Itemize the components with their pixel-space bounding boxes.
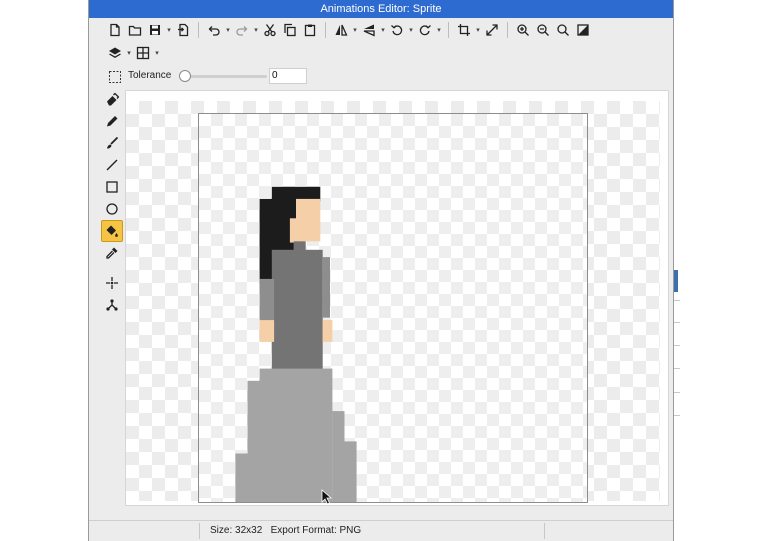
paste-icon[interactable] bbox=[300, 20, 320, 40]
ellipse-tool-icon[interactable] bbox=[101, 198, 123, 220]
tolerance-slider[interactable] bbox=[179, 70, 267, 82]
origin-point-icon[interactable] bbox=[101, 272, 123, 294]
tool-group-gap bbox=[101, 264, 123, 272]
crop-icon[interactable] bbox=[454, 20, 474, 40]
animations-editor-window: Animations Editor: Sprite ▾ ▾ ▾ ▾ ▾ ▾ ▾ ▾ ▾ ▾ To… bbox=[88, 0, 674, 541]
sprite-pixel-dress-light[interactable] bbox=[344, 441, 357, 502]
toolbar-separator bbox=[198, 22, 199, 38]
toolbar-separator bbox=[448, 22, 449, 38]
sprite-pixel-skin[interactable] bbox=[289, 218, 302, 243]
sprite-pixel-dress-light[interactable] bbox=[259, 368, 333, 502]
background-app-left bbox=[0, 0, 90, 541]
chevron-down-icon[interactable]: ▾ bbox=[351, 20, 359, 40]
canvas-panel bbox=[125, 90, 669, 506]
background-toggle-icon[interactable] bbox=[573, 20, 593, 40]
pencil-tool-icon[interactable] bbox=[101, 110, 123, 132]
toolbar-separator bbox=[325, 22, 326, 38]
status-bar: Size: 32x32 Export Format: PNG bbox=[89, 520, 673, 541]
selection-mode-icon[interactable] bbox=[105, 67, 125, 87]
export-icon[interactable] bbox=[173, 20, 193, 40]
new-file-icon[interactable] bbox=[105, 20, 125, 40]
redo-icon[interactable] bbox=[232, 20, 252, 40]
flip-horizontal-icon[interactable] bbox=[331, 20, 351, 40]
sprite-pixel-dress-mid[interactable] bbox=[322, 257, 330, 318]
sprite-pixel-skin[interactable] bbox=[322, 320, 333, 342]
zoom-fit-icon[interactable] bbox=[553, 20, 573, 40]
sprite-pixel-skin[interactable] bbox=[259, 320, 275, 342]
screen: Animations Editor: Sprite ▾ ▾ ▾ ▾ ▾ ▾ ▾ ▾ ▾ ▾ To… bbox=[0, 0, 763, 541]
grid-icon[interactable] bbox=[133, 43, 153, 63]
resize-icon[interactable] bbox=[482, 20, 502, 40]
brush-tool-icon[interactable] bbox=[101, 132, 123, 154]
chevron-down-icon[interactable]: ▾ bbox=[224, 20, 232, 40]
status-text: Size: 32x32 Export Format: PNG bbox=[210, 525, 362, 536]
skeleton-joint-icon[interactable] bbox=[101, 294, 123, 316]
save-icon[interactable] bbox=[145, 20, 165, 40]
main-toolbar: ▾ ▾ ▾ ▾ ▾ ▾ ▾ ▾ bbox=[89, 18, 673, 42]
rotate-left-icon[interactable] bbox=[387, 20, 407, 40]
tolerance-slider-handle[interactable] bbox=[179, 70, 191, 82]
line-tool-icon[interactable] bbox=[101, 154, 123, 176]
open-folder-icon[interactable] bbox=[125, 20, 145, 40]
flip-vertical-icon[interactable] bbox=[359, 20, 379, 40]
undo-icon[interactable] bbox=[204, 20, 224, 40]
sprite-canvas[interactable] bbox=[198, 113, 588, 505]
toolbar-separator bbox=[507, 22, 508, 38]
zoom-in-icon[interactable] bbox=[513, 20, 533, 40]
sprite-pixel-dress-dark[interactable] bbox=[271, 249, 323, 374]
eyedropper-tool-icon[interactable] bbox=[101, 242, 123, 264]
sprite-pixel-dress-light[interactable] bbox=[332, 411, 345, 502]
rectangle-tool-icon[interactable] bbox=[101, 176, 123, 198]
cut-icon[interactable] bbox=[260, 20, 280, 40]
zoom-out-icon[interactable] bbox=[533, 20, 553, 40]
status-divider bbox=[544, 523, 545, 539]
sprite-pixels[interactable] bbox=[199, 114, 587, 502]
tolerance-label: Tolerance bbox=[128, 70, 172, 81]
chevron-down-icon[interactable]: ▾ bbox=[252, 20, 260, 40]
copy-icon[interactable] bbox=[280, 20, 300, 40]
tool-options-bar bbox=[105, 65, 125, 89]
rotate-right-icon[interactable] bbox=[415, 20, 435, 40]
chevron-down-icon[interactable]: ▾ bbox=[125, 43, 133, 63]
chevron-down-icon[interactable]: ▾ bbox=[474, 20, 482, 40]
tolerance-input[interactable]: 0 bbox=[269, 68, 307, 84]
fill-bucket-tool-icon[interactable] bbox=[101, 220, 123, 242]
tool-palette bbox=[101, 88, 123, 316]
window-title: Animations Editor: Sprite bbox=[89, 0, 673, 18]
mouse-cursor-icon bbox=[321, 489, 333, 510]
eraser-tool-icon[interactable] bbox=[101, 88, 123, 110]
sprite-pixel-dress-light[interactable] bbox=[235, 453, 250, 503]
layers-icon[interactable] bbox=[105, 43, 125, 63]
chevron-down-icon[interactable]: ▾ bbox=[165, 20, 173, 40]
status-divider bbox=[199, 523, 200, 539]
chevron-down-icon[interactable]: ▾ bbox=[379, 20, 387, 40]
chevron-down-icon[interactable]: ▾ bbox=[435, 20, 443, 40]
chevron-down-icon[interactable]: ▾ bbox=[153, 43, 161, 63]
chevron-down-icon[interactable]: ▾ bbox=[407, 20, 415, 40]
canvas-background[interactable] bbox=[126, 101, 660, 505]
secondary-toolbar: ▾ ▾ bbox=[105, 41, 161, 65]
